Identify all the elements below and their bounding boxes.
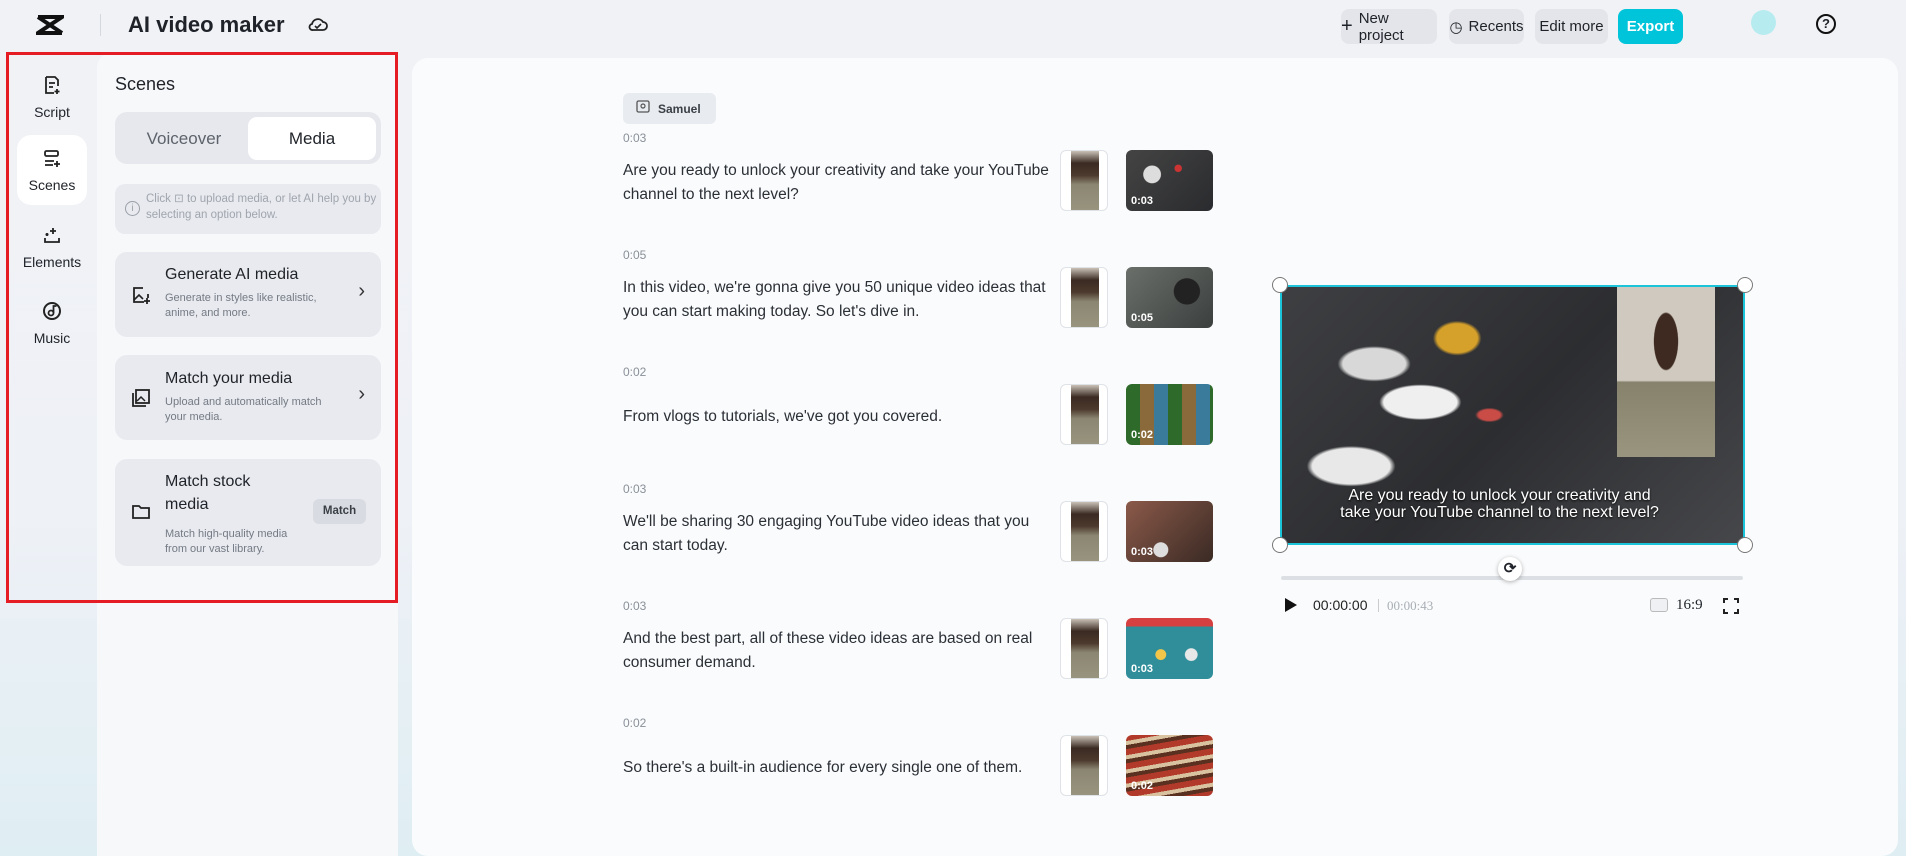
clip-duration: 0:02 [1131, 780, 1154, 792]
avatar-thumbnail[interactable] [1060, 501, 1108, 562]
avatar-overlay [1617, 287, 1715, 457]
video-preview[interactable]: Are you ready to unlock your creativity … [1280, 285, 1745, 545]
help-icon[interactable]: ? [1816, 14, 1836, 34]
avatar-thumbnail[interactable] [1060, 150, 1108, 211]
fullscreen-icon[interactable] [1723, 598, 1739, 619]
play-button[interactable] [1285, 598, 1297, 612]
resize-handle-bl[interactable] [1272, 537, 1288, 553]
media-thumbnail[interactable]: 0:05 [1126, 267, 1213, 328]
app-title: AI video maker [128, 12, 285, 37]
aspect-ratio[interactable]: 16:9 [1676, 597, 1703, 614]
plus-icon: + [1341, 15, 1353, 37]
scene-duration: 0:02 [623, 716, 647, 730]
clip-duration: 0:02 [1131, 429, 1154, 441]
avatar-thumbnail[interactable] [1060, 384, 1108, 445]
highlight-box [6, 52, 398, 603]
scene-duration: 0:03 [623, 131, 647, 145]
scene-row[interactable]: 0:05 In this video, we're gonna give you… [623, 248, 1243, 335]
scene-duration: 0:03 [623, 599, 647, 613]
clip-duration: 0:03 [1131, 195, 1154, 207]
scene-duration: 0:02 [623, 365, 647, 379]
rotate-handle[interactable]: ⟳ [1498, 557, 1522, 581]
scene-row[interactable]: 0:03 Are you ready to unlock your creati… [623, 131, 1243, 218]
scene-text[interactable]: In this video, we're gonna give you 50 u… [623, 276, 1053, 324]
avatar-thumbnail[interactable] [1060, 267, 1108, 328]
export-button[interactable]: Export [1618, 9, 1683, 44]
scene-text[interactable]: From vlogs to tutorials, we've got you c… [623, 405, 1053, 429]
avatar-voice-icon [636, 100, 651, 117]
scene-text[interactable]: We'll be sharing 30 engaging YouTube vid… [623, 510, 1053, 558]
clip-duration: 0:03 [1131, 663, 1154, 675]
scene-row[interactable]: 0:02 From vlogs to tutorials, we've got … [623, 365, 1243, 452]
scene-row[interactable]: 0:03 We'll be sharing 30 engaging YouTub… [623, 482, 1243, 569]
clip-duration: 0:05 [1131, 312, 1154, 324]
media-thumbnail[interactable]: 0:02 [1126, 735, 1213, 796]
scene-text[interactable]: So there's a built-in audience for every… [623, 756, 1053, 780]
total-time: 00:00:43 [1387, 598, 1434, 613]
scene-text[interactable]: Are you ready to unlock your creativity … [623, 159, 1053, 207]
edit-more-button[interactable]: Edit more [1535, 9, 1608, 44]
scene-text[interactable]: And the best part, all of these video id… [623, 627, 1053, 675]
capcut-logo[interactable] [31, 14, 69, 36]
scene-duration: 0:05 [623, 248, 647, 262]
resize-handle-br[interactable] [1737, 537, 1753, 553]
media-thumbnail[interactable]: 0:03 [1126, 501, 1213, 562]
avatar-thumbnail[interactable] [1060, 735, 1108, 796]
media-thumbnail[interactable]: 0:03 [1126, 618, 1213, 679]
header-divider [100, 14, 101, 36]
resize-handle-tr[interactable] [1737, 277, 1753, 293]
scene-row[interactable]: 0:03 And the best part, all of these vid… [623, 599, 1243, 686]
resize-handle-tl[interactable] [1272, 277, 1288, 293]
cloud-icon[interactable] [307, 14, 329, 39]
recents-button[interactable]: ◷ Recents [1449, 9, 1524, 44]
avatar-thumbnail[interactable] [1060, 618, 1108, 679]
scene-duration: 0:03 [623, 482, 647, 496]
scene-row[interactable]: 0:02 So there's a built-in audience for … [623, 716, 1243, 803]
time-divider [1378, 599, 1379, 612]
caption: Are you ready to unlock your creativity … [1340, 487, 1659, 521]
new-project-button[interactable]: + New project [1341, 9, 1437, 44]
aspect-ratio-icon[interactable] [1650, 598, 1668, 612]
media-thumbnail[interactable]: 0:02 [1126, 384, 1213, 445]
history-icon: ◷ [1449, 18, 1463, 36]
speaker-chip[interactable]: Samuel [623, 93, 716, 124]
current-time: 00:00:00 [1313, 597, 1368, 613]
avatar[interactable] [1751, 10, 1776, 35]
clip-duration: 0:03 [1131, 546, 1154, 558]
media-thumbnail[interactable]: 0:03 [1126, 150, 1213, 211]
